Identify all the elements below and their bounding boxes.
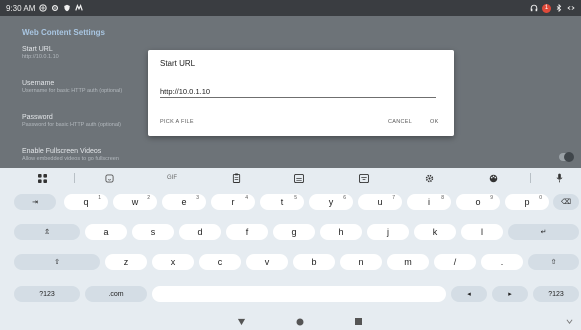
cancel-button[interactable]: CANCEL bbox=[388, 119, 412, 125]
shift-left-key[interactable]: ⇧ bbox=[14, 254, 100, 270]
keyboard-resize-icon[interactable] bbox=[293, 172, 305, 184]
symbols-key-right[interactable]: ?123 bbox=[533, 286, 579, 302]
key-x[interactable]: x bbox=[152, 254, 194, 270]
status-bar: 9:30 AM 1 bbox=[0, 0, 581, 16]
key-o[interactable]: o9 bbox=[456, 194, 500, 210]
key-u[interactable]: u7 bbox=[358, 194, 402, 210]
setting-subtitle: Allow embedded videos to go fullscreen bbox=[22, 156, 119, 162]
ok-button[interactable]: OK bbox=[430, 119, 439, 125]
key-j[interactable]: j bbox=[367, 224, 409, 240]
key-n[interactable]: n bbox=[340, 254, 382, 270]
keyboard: GIF ⇥ q1 w2 e3 r4 t5 y6 u7 i8 o9 p0 ⌫ ⇬ … bbox=[0, 168, 581, 314]
key-z[interactable]: z bbox=[105, 254, 147, 270]
key-a[interactable]: a bbox=[85, 224, 127, 240]
toolbar-divider bbox=[74, 173, 75, 183]
key-h[interactable]: h bbox=[320, 224, 362, 240]
setting-subtitle: Username for basic HTTP auth (optional) bbox=[22, 88, 123, 94]
clipboard-icon[interactable] bbox=[230, 172, 242, 184]
setting-subtitle: Password for basic HTTP auth (optional) bbox=[22, 122, 121, 128]
microphone-icon[interactable] bbox=[553, 172, 565, 184]
key-y[interactable]: y6 bbox=[309, 194, 353, 210]
key-v[interactable]: v bbox=[246, 254, 288, 270]
settings-title: Web Content Settings bbox=[22, 28, 105, 37]
notification-icon bbox=[75, 4, 84, 11]
gif-button[interactable]: GIF bbox=[162, 172, 182, 184]
setting-subtitle: http://10.0.1.10 bbox=[22, 54, 59, 60]
notification-badge: 1 bbox=[542, 3, 551, 13]
key-p[interactable]: p0 bbox=[505, 194, 549, 210]
setting-title: Username bbox=[22, 80, 55, 87]
key-e[interactable]: e3 bbox=[162, 194, 206, 210]
key-i[interactable]: i8 bbox=[407, 194, 451, 210]
enter-key[interactable]: ↵ bbox=[508, 224, 579, 240]
key-c[interactable]: c bbox=[199, 254, 241, 270]
pick-file-button[interactable]: PICK A FILE bbox=[160, 119, 194, 125]
cursor-left-key[interactable]: ◂ bbox=[451, 286, 487, 302]
caps-lock-key[interactable]: ⇬ bbox=[14, 224, 80, 240]
keyboard-toolbar: GIF bbox=[0, 168, 581, 188]
shift-right-key[interactable]: ⇧ bbox=[528, 254, 579, 270]
key-w[interactable]: w2 bbox=[113, 194, 157, 210]
gear-icon bbox=[52, 4, 59, 12]
keyboard-hide-icon[interactable] bbox=[566, 318, 573, 325]
recents-icon[interactable] bbox=[355, 318, 362, 325]
symbols-key[interactable]: ?123 bbox=[14, 286, 80, 302]
dotcom-key[interactable]: .com bbox=[85, 286, 147, 302]
wifi-calling-icon bbox=[39, 4, 48, 12]
setting-title: Enable Fullscreen Videos bbox=[22, 148, 102, 155]
shield-icon bbox=[64, 4, 71, 12]
key-r[interactable]: r4 bbox=[211, 194, 255, 210]
dialog-title: Start URL bbox=[160, 59, 196, 68]
key-slash[interactable]: / bbox=[434, 254, 476, 270]
toolbar-divider bbox=[530, 173, 531, 183]
key-q[interactable]: q1 bbox=[64, 194, 108, 210]
back-icon[interactable] bbox=[237, 318, 246, 326]
space-key[interactable] bbox=[152, 286, 446, 302]
setting-start-url[interactable]: Start URL http://10.0.1.10 bbox=[22, 46, 59, 60]
navigation-bar bbox=[0, 314, 581, 330]
key-m[interactable]: m bbox=[387, 254, 429, 270]
sticker-icon[interactable] bbox=[103, 172, 115, 184]
setting-password[interactable]: Password Password for basic HTTP auth (o… bbox=[22, 114, 121, 128]
apps-grid-icon[interactable] bbox=[36, 172, 48, 184]
key-b[interactable]: b bbox=[293, 254, 335, 270]
key-t[interactable]: t5 bbox=[260, 194, 304, 210]
backspace-key[interactable]: ⌫ bbox=[553, 194, 579, 210]
key-k[interactable]: k bbox=[414, 224, 456, 240]
home-icon[interactable] bbox=[296, 318, 304, 326]
link-icon bbox=[567, 6, 575, 10]
key-s[interactable]: s bbox=[132, 224, 174, 240]
setting-fullscreen-videos[interactable]: Enable Fullscreen Videos Allow embedded … bbox=[22, 148, 119, 162]
setting-username[interactable]: Username Username for basic HTTP auth (o… bbox=[22, 80, 122, 94]
status-time: 9:30 AM bbox=[6, 3, 36, 13]
tab-key[interactable]: ⇥ bbox=[14, 194, 56, 210]
palette-icon[interactable] bbox=[487, 172, 499, 184]
translate-icon[interactable] bbox=[358, 172, 370, 184]
settings-gear-icon[interactable] bbox=[423, 172, 435, 184]
headphones-icon bbox=[530, 4, 538, 12]
setting-title: Start URL bbox=[22, 46, 53, 53]
bluetooth-icon bbox=[556, 4, 562, 12]
key-d[interactable]: d bbox=[179, 224, 221, 240]
key-l[interactable]: l bbox=[461, 224, 503, 240]
setting-title: Password bbox=[22, 114, 53, 121]
start-url-input[interactable] bbox=[160, 86, 436, 98]
key-g[interactable]: g bbox=[273, 224, 315, 240]
key-f[interactable]: f bbox=[226, 224, 268, 240]
fullscreen-videos-toggle[interactable] bbox=[559, 152, 574, 162]
start-url-dialog: Start URL PICK A FILE CANCEL OK bbox=[148, 50, 454, 136]
cursor-right-key[interactable]: ▸ bbox=[492, 286, 528, 302]
key-period[interactable]: . bbox=[481, 254, 523, 270]
